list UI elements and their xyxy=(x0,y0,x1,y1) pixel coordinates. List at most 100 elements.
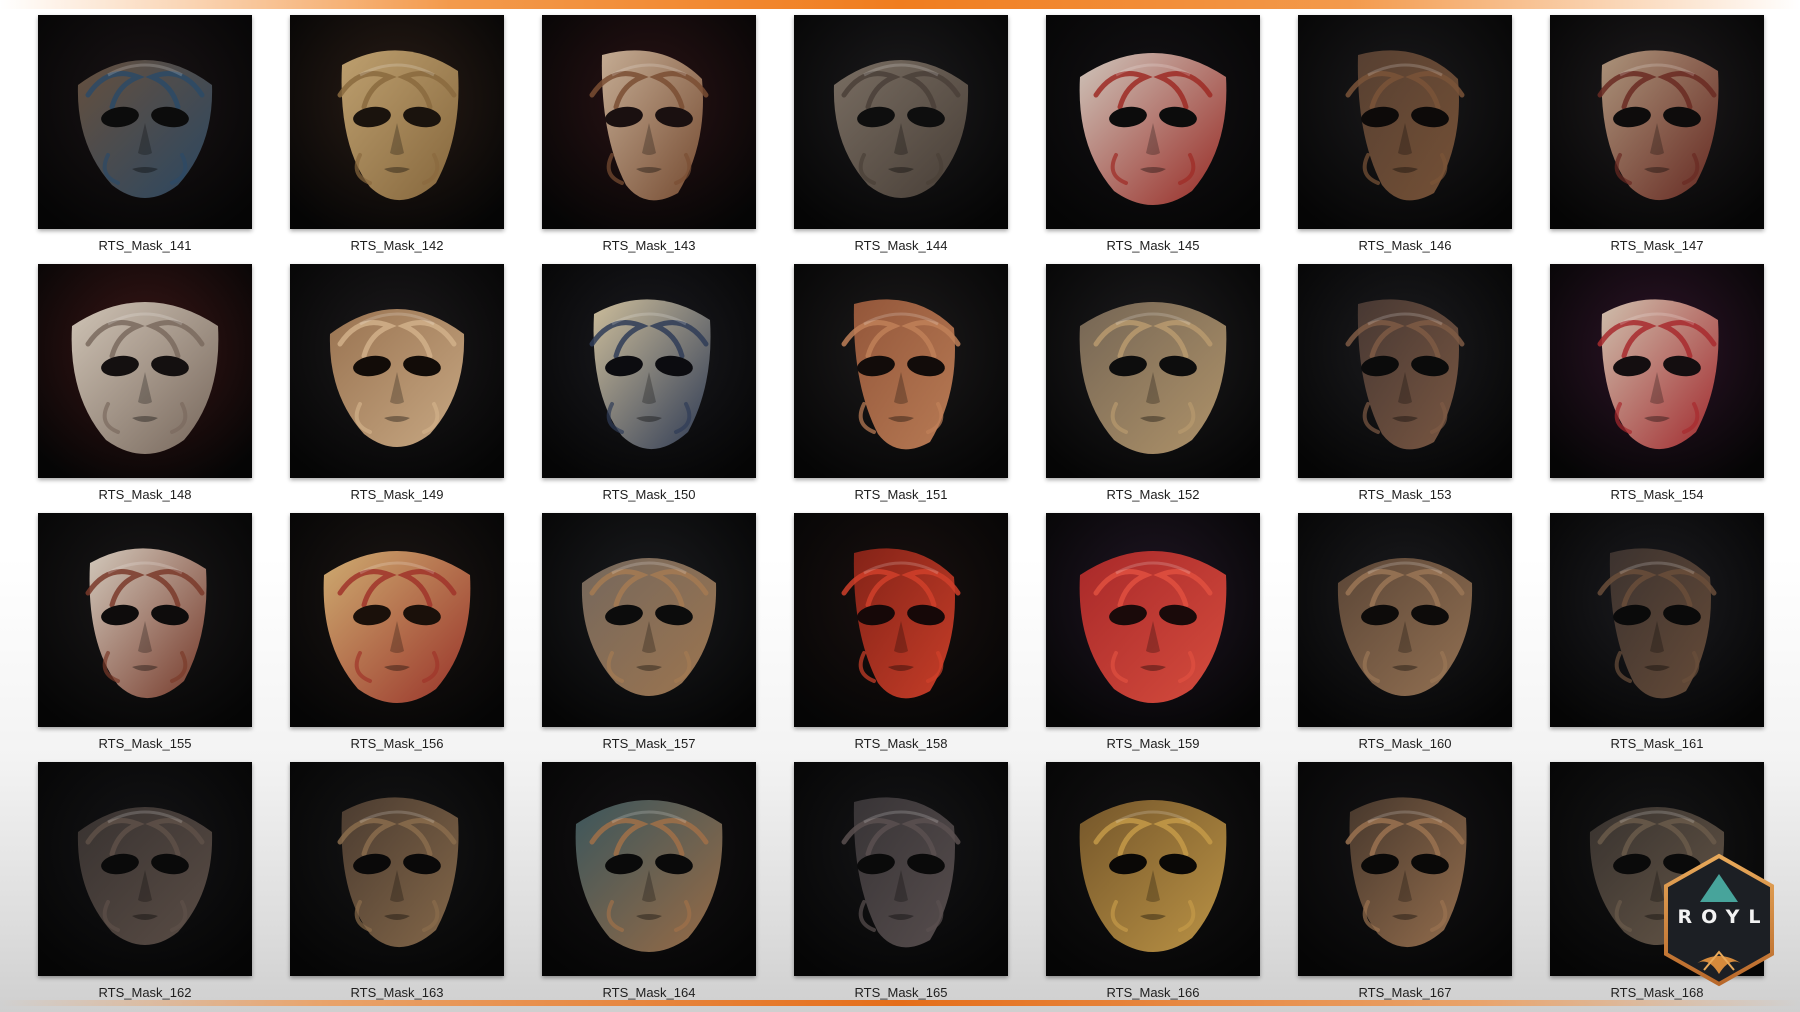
file-item[interactable]: RTS_Mask_163 xyxy=(290,762,504,1011)
file-thumbnail[interactable] xyxy=(38,762,252,976)
file-thumbnail[interactable] xyxy=(290,762,504,976)
file-name: RTS_Mask_150 xyxy=(602,487,696,502)
mask-thumbnail-art xyxy=(1046,15,1260,229)
mask-thumbnail-art xyxy=(542,264,756,478)
file-thumbnail[interactable] xyxy=(794,15,1008,229)
file-thumbnail[interactable] xyxy=(542,513,756,727)
mask-thumbnail-art xyxy=(542,762,756,976)
file-name: RTS_Mask_163 xyxy=(350,985,444,1000)
file-thumbnail[interactable] xyxy=(1046,762,1260,976)
mask-thumbnail-art xyxy=(1046,513,1260,727)
file-thumbnail[interactable] xyxy=(794,264,1008,478)
file-item[interactable]: RTS_Mask_159 xyxy=(1046,513,1260,762)
mask-thumbnail-art xyxy=(38,513,252,727)
file-item[interactable]: RTS_Mask_152 xyxy=(1046,264,1260,513)
mask-thumbnail-art xyxy=(290,513,504,727)
file-name: RTS_Mask_162 xyxy=(98,985,192,1000)
file-name: RTS_Mask_145 xyxy=(1106,238,1200,253)
file-thumbnail[interactable] xyxy=(1550,513,1764,727)
file-thumbnail[interactable] xyxy=(290,513,504,727)
file-item[interactable]: RTS_Mask_148 xyxy=(38,264,252,513)
thumbnail-grid: RTS_Mask_141 RTS_Mask_142 RTS_Mask_143 RTS_… xyxy=(38,15,1764,1011)
file-item[interactable]: RTS_Mask_153 xyxy=(1298,264,1512,513)
file-item[interactable]: RTS_Mask_160 xyxy=(1298,513,1512,762)
file-thumbnail[interactable] xyxy=(1298,264,1512,478)
file-thumbnail[interactable] xyxy=(1046,264,1260,478)
mask-thumbnail-art xyxy=(290,15,504,229)
mask-thumbnail-art xyxy=(794,15,1008,229)
file-thumbnail[interactable] xyxy=(1046,513,1260,727)
file-item[interactable]: RTS_Mask_154 xyxy=(1550,264,1764,513)
file-item[interactable]: RTS_Mask_142 xyxy=(290,15,504,264)
bottom-accent-bar xyxy=(0,1000,1800,1006)
file-item[interactable]: RTS_Mask_143 xyxy=(542,15,756,264)
file-name: RTS_Mask_158 xyxy=(854,736,948,751)
file-thumbnail[interactable] xyxy=(290,264,504,478)
file-thumbnail[interactable] xyxy=(794,513,1008,727)
mask-thumbnail-art xyxy=(38,264,252,478)
file-thumbnail[interactable] xyxy=(542,15,756,229)
file-item[interactable]: RTS_Mask_155 xyxy=(38,513,252,762)
mask-thumbnail-art xyxy=(1550,264,1764,478)
mask-thumbnail-art xyxy=(1046,762,1260,976)
file-thumbnail[interactable] xyxy=(38,15,252,229)
file-thumbnail[interactable] xyxy=(542,762,756,976)
file-item[interactable]: RTS_Mask_150 xyxy=(542,264,756,513)
file-item[interactable]: RTS_Mask_141 xyxy=(38,15,252,264)
mask-thumbnail-art xyxy=(1046,264,1260,478)
file-thumbnail[interactable] xyxy=(38,513,252,727)
file-item[interactable]: RTS_Mask_165 xyxy=(794,762,1008,1011)
file-item[interactable]: RTS_Mask_149 xyxy=(290,264,504,513)
file-item[interactable]: RTS_Mask_144 xyxy=(794,15,1008,264)
file-name: RTS_Mask_149 xyxy=(350,487,444,502)
file-name: RTS_Mask_154 xyxy=(1610,487,1704,502)
file-item[interactable]: RTS_Mask_166 xyxy=(1046,762,1260,1011)
file-thumbnail[interactable] xyxy=(1298,15,1512,229)
file-name: RTS_Mask_146 xyxy=(1358,238,1452,253)
file-thumbnail[interactable] xyxy=(542,264,756,478)
mask-thumbnail-art xyxy=(38,762,252,976)
file-thumbnail[interactable] xyxy=(1298,762,1512,976)
mask-thumbnail-art xyxy=(1298,264,1512,478)
file-name: RTS_Mask_144 xyxy=(854,238,948,253)
file-item[interactable]: RTS_Mask_167 xyxy=(1298,762,1512,1011)
file-item[interactable]: RTS_Mask_156 xyxy=(290,513,504,762)
gallery-window: RTS_Mask_141 RTS_Mask_142 RTS_Mask_143 RTS_… xyxy=(0,0,1800,1012)
file-name: RTS_Mask_156 xyxy=(350,736,444,751)
mask-thumbnail-art xyxy=(1550,15,1764,229)
file-thumbnail[interactable] xyxy=(1550,264,1764,478)
file-item[interactable]: RTS_Mask_164 xyxy=(542,762,756,1011)
file-name: RTS_Mask_148 xyxy=(98,487,192,502)
file-item[interactable]: RTS_Mask_162 xyxy=(38,762,252,1011)
file-item[interactable]: RTS_Mask_146 xyxy=(1298,15,1512,264)
file-item[interactable]: RTS_Mask_161 xyxy=(1550,513,1764,762)
file-item[interactable]: RTS_Mask_145 xyxy=(1046,15,1260,264)
file-name: RTS_Mask_153 xyxy=(1358,487,1452,502)
file-thumbnail[interactable] xyxy=(1046,15,1260,229)
file-name: RTS_Mask_159 xyxy=(1106,736,1200,751)
file-item[interactable]: RTS_Mask_158 xyxy=(794,513,1008,762)
file-name: RTS_Mask_164 xyxy=(602,985,696,1000)
file-item[interactable]: RTS_Mask_157 xyxy=(542,513,756,762)
file-name: RTS_Mask_167 xyxy=(1358,985,1452,1000)
mask-thumbnail-art xyxy=(290,264,504,478)
royl-logo: ROYL xyxy=(1660,852,1778,988)
file-name: RTS_Mask_147 xyxy=(1610,238,1704,253)
mask-thumbnail-art xyxy=(794,513,1008,727)
file-thumbnail[interactable] xyxy=(1550,15,1764,229)
file-name: RTS_Mask_151 xyxy=(854,487,948,502)
file-name: RTS_Mask_155 xyxy=(98,736,192,751)
logo-text: ROYL xyxy=(1677,906,1770,928)
file-thumbnail[interactable] xyxy=(1298,513,1512,727)
file-item[interactable]: RTS_Mask_147 xyxy=(1550,15,1764,264)
file-thumbnail[interactable] xyxy=(794,762,1008,976)
file-name: RTS_Mask_165 xyxy=(854,985,948,1000)
mask-thumbnail-art xyxy=(1298,513,1512,727)
file-thumbnail[interactable] xyxy=(38,264,252,478)
file-name: RTS_Mask_142 xyxy=(350,238,444,253)
file-item[interactable]: RTS_Mask_151 xyxy=(794,264,1008,513)
file-thumbnail[interactable] xyxy=(290,15,504,229)
mask-thumbnail-art xyxy=(290,762,504,976)
file-name: RTS_Mask_143 xyxy=(602,238,696,253)
top-accent-bar xyxy=(0,0,1800,9)
